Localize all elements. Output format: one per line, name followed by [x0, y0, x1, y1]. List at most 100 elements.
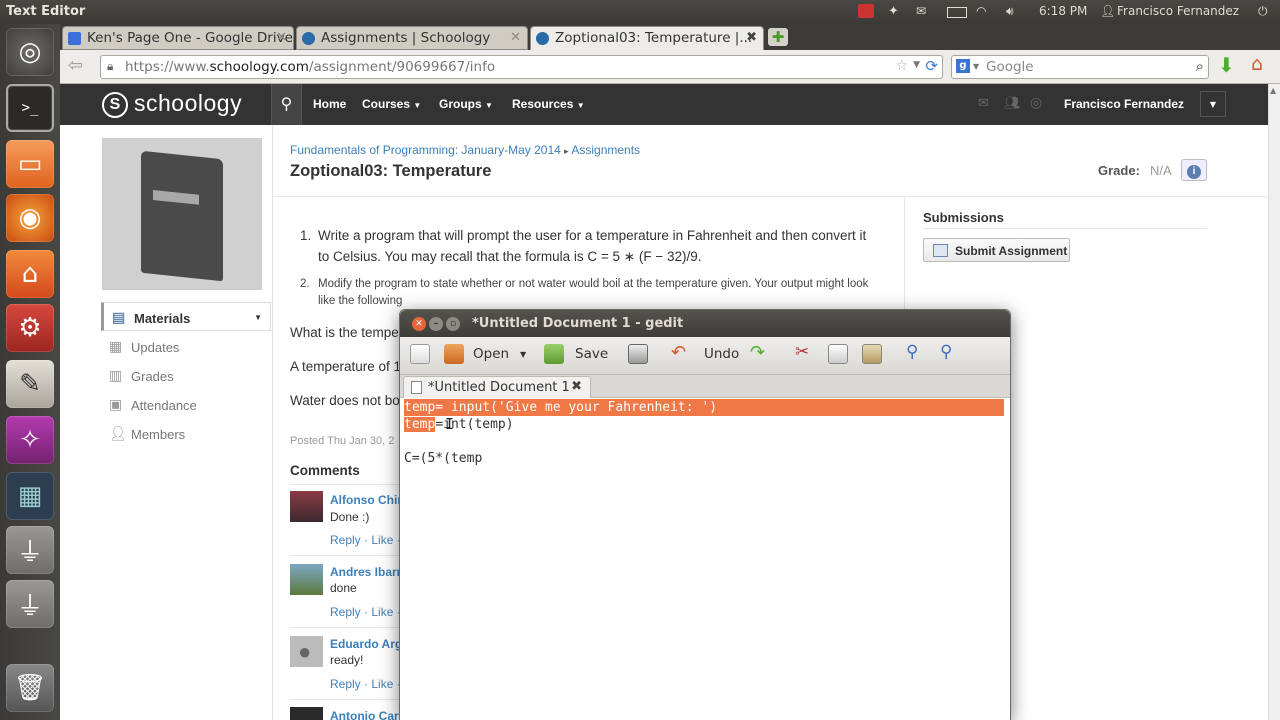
header-user-name[interactable]: Francisco Fernandez [1064, 97, 1184, 111]
chevron-down-icon[interactable]: ▼ [254, 313, 262, 322]
close-tab-icon[interactable]: ✕ [276, 30, 287, 45]
like-link[interactable]: Like [371, 533, 393, 547]
close-tab-icon[interactable]: ✕ [510, 30, 521, 45]
kazam-icon[interactable]: ✧ [6, 416, 54, 464]
breadcrumb-separator: ▸ [564, 146, 569, 156]
search-icon[interactable]: ⌕ [1196, 57, 1204, 75]
undo-arrow-icon[interactable]: ↶ [671, 342, 686, 363]
text-editor-icon[interactable]: ✎ [6, 360, 54, 408]
usb-drive-icon[interactable]: ⏚ [6, 526, 54, 574]
reload-icon[interactable]: ⟳ [925, 57, 938, 75]
nav-resources[interactable]: Resources ▼ [512, 97, 585, 111]
close-tab-icon[interactable]: ✖ [571, 379, 582, 394]
like-link[interactable]: Like [371, 677, 393, 691]
battery-icon[interactable] [947, 7, 967, 18]
gedit-doc-tab[interactable]: *Untitled Document 1 ✖ [403, 376, 591, 398]
volume-icon[interactable]: 🔊︎ [1006, 4, 1014, 19]
open-dropdown-icon[interactable]: ▼ [520, 350, 526, 359]
nav-home[interactable]: Home [313, 97, 346, 111]
breadcrumb-course-link[interactable]: Fundamentals of Programming: January-May… [290, 143, 561, 157]
search-bar[interactable]: g ▼ Google ⌕ [951, 55, 1209, 79]
home-icon[interactable]: ⌂ [1251, 53, 1263, 75]
avatar[interactable] [290, 491, 323, 522]
sidebar-item-updates[interactable]: ▦ Updates [101, 332, 271, 361]
reply-link[interactable]: Reply [330, 677, 361, 691]
new-tab-icon[interactable]: ✚ [768, 28, 788, 46]
power-icon[interactable]: ⏻ [1258, 4, 1268, 19]
sidebar-item-attendance[interactable]: ▣ Attendance [101, 390, 271, 419]
open-folder-icon[interactable] [444, 344, 464, 364]
mail-icon[interactable]: ✉ [916, 4, 926, 18]
user-menu-chevron-icon[interactable]: ▼ [1200, 91, 1226, 117]
recording-icon[interactable] [858, 4, 874, 18]
reply-link[interactable]: Reply [330, 605, 361, 619]
redo-arrow-icon[interactable]: ↷ [750, 342, 765, 363]
workspace-switcher-icon[interactable]: ▦ [6, 472, 54, 520]
maximize-window-icon[interactable]: ▫ [446, 317, 460, 331]
software-center-icon[interactable]: ⌂ [6, 250, 54, 298]
avatar[interactable] [290, 564, 323, 595]
address-bar[interactable]: 🔒︎ https://www.schoology.com/assignment/… [100, 55, 943, 79]
submit-assignment-button[interactable]: Submit Assignment [923, 238, 1070, 262]
close-tab-icon[interactable]: ✖ [746, 30, 757, 45]
comment-author[interactable]: Alfonso Chin [330, 493, 405, 507]
schoology-logo-icon[interactable]: S [102, 92, 128, 118]
download-icon[interactable]: ⬇ [1218, 53, 1235, 77]
requests-icon[interactable]: 👥︎ [1004, 96, 1021, 111]
nav-groups[interactable]: Groups ▼ [439, 97, 493, 111]
save-button[interactable]: Save [575, 346, 608, 362]
messages-icon[interactable]: ✉ [978, 96, 989, 111]
sidebar-item-members[interactable]: 👤︎ Members [101, 419, 271, 448]
close-window-icon[interactable]: ✕ [412, 317, 426, 331]
undo-button[interactable]: Undo [704, 346, 739, 362]
cut-icon[interactable]: ✂ [795, 342, 809, 362]
usb-drive-2-icon[interactable]: ⏚ [6, 580, 54, 628]
wifi-icon[interactable]: ◠ [976, 4, 986, 18]
search-icon[interactable]: ⚲ [271, 84, 302, 125]
breadcrumb-assignments-link[interactable]: Assignments [571, 143, 640, 157]
terminal-icon[interactable]: >_ [6, 84, 54, 132]
nav-courses[interactable]: Courses ▼ [362, 97, 421, 111]
comment-author[interactable]: Eduardo Arg [330, 637, 402, 651]
open-button[interactable]: Open [473, 346, 509, 362]
grade-info-button[interactable]: i [1181, 159, 1207, 181]
comment-author[interactable]: Antonio Carr [330, 709, 403, 720]
schoology-logo-text[interactable]: schoology [134, 90, 242, 117]
firefox-icon[interactable]: ◉ [6, 194, 54, 242]
copy-icon[interactable] [828, 344, 848, 364]
google-engine-icon[interactable]: g [956, 59, 970, 73]
engine-dropdown-icon[interactable]: ▼ [973, 62, 979, 71]
tab-assignments-schoology[interactable]: Assignments | Schoology ✕ [296, 26, 528, 50]
new-document-icon[interactable] [410, 344, 430, 364]
files-icon[interactable]: ▭ [6, 140, 54, 188]
system-settings-icon[interactable]: ⚙ [6, 304, 54, 352]
notifications-icon[interactable]: ◎ [1030, 95, 1042, 111]
find-icon[interactable]: ⚲ [906, 342, 918, 362]
bookmark-star-icon[interactable]: ☆ [895, 58, 908, 74]
minimize-window-icon[interactable]: – [429, 317, 443, 331]
avatar[interactable] [290, 707, 323, 720]
tab-zoptional03[interactable]: Zoptional03: Temperature |... ✖ [530, 26, 764, 50]
sidebar-item-grades[interactable]: ▥ Grades [101, 361, 271, 390]
sidebar-item-materials[interactable]: ▤ Materials ▼ [101, 302, 271, 331]
dash-home-icon[interactable]: ◎ [6, 28, 54, 76]
back-icon[interactable]: ⇦ [68, 55, 83, 76]
paste-icon[interactable] [862, 344, 882, 364]
gedit-title-bar[interactable]: ✕ – ▫ *Untitled Document 1 - gedit [400, 310, 1010, 337]
url-dropdown-icon[interactable]: ▼ [913, 60, 920, 70]
clock[interactable]: 6:18 PM [1039, 4, 1087, 18]
page-scrollbar[interactable]: ▲ [1268, 84, 1280, 720]
find-replace-icon[interactable]: ⚲ [940, 342, 952, 362]
user-name[interactable]: Francisco Fernandez [1117, 4, 1239, 18]
dropbox-icon[interactable]: ✦ [888, 4, 899, 19]
print-icon[interactable] [628, 344, 648, 364]
gedit-text-area[interactable]: temp= input('Give me your Fahrenheit: ')… [400, 398, 1010, 720]
save-icon[interactable] [544, 344, 564, 364]
trash-icon[interactable]: 🗑︎ [6, 664, 54, 712]
tab-google-drive[interactable]: Ken's Page One - Google Drive ✕ [62, 26, 294, 50]
comment-author[interactable]: Andres Ibarra [330, 565, 408, 579]
avatar[interactable]: ● [290, 636, 323, 667]
reply-link[interactable]: Reply [330, 533, 361, 547]
scroll-up-icon[interactable]: ▲ [1270, 86, 1276, 95]
like-link[interactable]: Like [371, 605, 393, 619]
